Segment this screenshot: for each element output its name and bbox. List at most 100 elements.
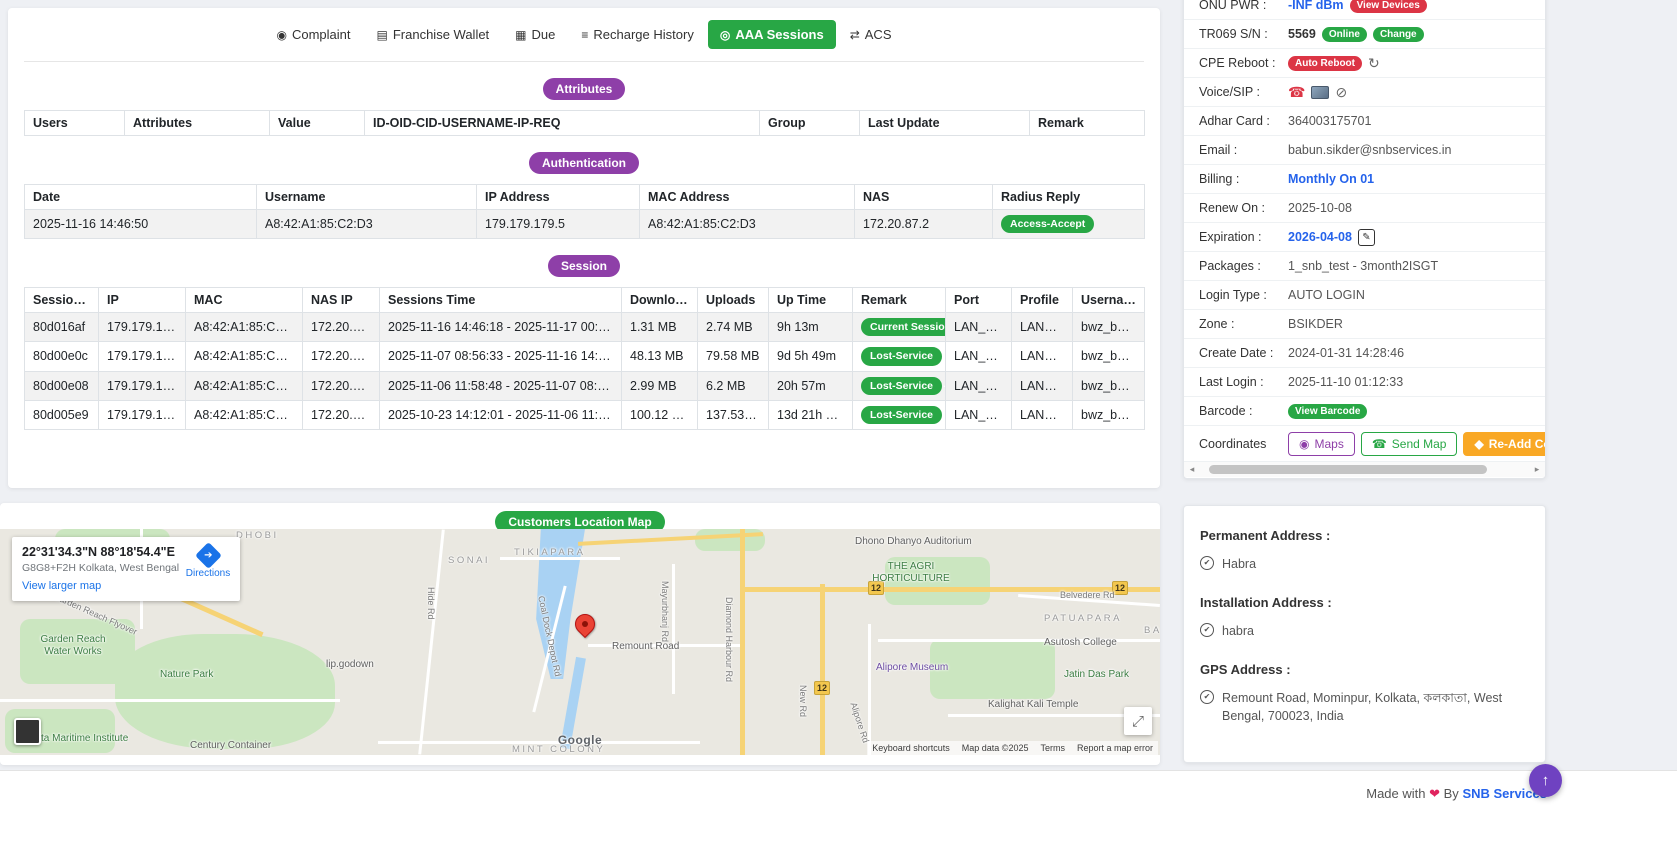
column-header: Profile [1012, 288, 1073, 313]
wallet-icon: ▤ [377, 29, 388, 41]
google-map-canvas[interactable]: 12 12 12 SONAI TIKIAPARA Dhono Dhanyo Au… [0, 529, 1160, 755]
renew-date-value: 2025-10-08 [1288, 201, 1352, 215]
map-info-card: 22°31'34.3"N 88°18'54.4"E G8G8+F2H Kolka… [12, 537, 240, 601]
horizontal-scrollbar[interactable]: ◂ ▸ [1184, 462, 1545, 477]
detail-label: Renew On : [1184, 201, 1280, 215]
re-add-coordinates-button[interactable]: ◆ Re-Add Coordi [1463, 432, 1545, 456]
column-header: Session-ID [25, 288, 99, 313]
footer-credit: Made with ❤ By SNB Services [1366, 786, 1547, 802]
map-park-area [930, 639, 1055, 699]
zone-value: BSIKDER [1288, 317, 1343, 331]
keyboard-shortcuts-link[interactable]: Keyboard shortcuts [872, 743, 950, 753]
map-label: PATUAPARA [1044, 613, 1122, 624]
map-label: Dhono Dhanyo Auditorium [855, 536, 972, 547]
report-error-link[interactable]: Report a map error [1077, 743, 1153, 753]
directions-label: Directions [182, 568, 234, 579]
session-id: 80d00e08 [25, 371, 99, 400]
map-highway [740, 529, 745, 755]
change-button[interactable]: Change [1373, 27, 1424, 42]
fullscreen-button[interactable]: ⤢ [1124, 707, 1152, 735]
session-nas-ip: 172.20.87.2 [303, 400, 380, 429]
session-downloads: 2.99 MB [622, 371, 698, 400]
auth-date: 2025-11-16 14:46:50 [25, 210, 257, 239]
map-label: Diamond Harbour Rd [724, 597, 734, 682]
column-header: Port [946, 288, 1012, 313]
view-devices-button[interactable]: View Devices [1350, 0, 1427, 13]
scroll-right-arrow[interactable]: ▸ [1532, 464, 1542, 475]
column-header: MAC Address [640, 185, 855, 210]
scroll-to-top-button[interactable]: ↑ [1529, 764, 1562, 797]
session-time: 2025-11-06 11:58:48 - 2025-11-07 08:56:1… [380, 371, 622, 400]
view-barcode-button[interactable]: View Barcode [1288, 404, 1367, 419]
view-larger-map-link[interactable]: View larger map [22, 580, 101, 592]
detail-label: Adhar Card : [1184, 114, 1280, 128]
tab-due[interactable]: ▦ Due [503, 20, 567, 49]
last-login-value: 2025-11-10 01:12:33 [1288, 375, 1403, 389]
map-label: Jatin Das Park [1064, 669, 1129, 680]
directions-button[interactable]: ➔ Directions [182, 544, 234, 579]
tab-complaint[interactable]: ◉ Complaint [264, 20, 362, 49]
tab-franchise-wallet[interactable]: ▤ Franchise Wallet [365, 20, 502, 49]
map-type-toggle[interactable] [14, 718, 41, 745]
table-header-row: Date Username IP Address MAC Address NAS… [25, 185, 1145, 210]
session-time: 2025-11-16 14:46:18 - 2025-11-17 00:20:0… [380, 313, 622, 342]
scroll-left-arrow[interactable]: ◂ [1187, 464, 1197, 475]
send-map-button[interactable]: ☎ Send Map [1361, 432, 1458, 456]
map-label: New Rd [798, 685, 808, 717]
map-label: Mayurbhanj Rd [660, 581, 670, 642]
phone-icon[interactable]: ☎ [1288, 85, 1305, 99]
session-time: 2025-10-23 14:12:01 - 2025-11-06 11:56:3… [380, 400, 622, 429]
tab-aaa-sessions[interactable]: ◎ AAA Sessions [708, 20, 836, 49]
table-row: 80d005e9 179.179.179.5 A8:42:A1:85:C2:D3… [25, 400, 1145, 429]
tab-acs[interactable]: ⇄ ACS [838, 20, 904, 49]
login-type-value: AUTO LOGIN [1288, 288, 1365, 302]
scrollbar-thumb[interactable] [1209, 465, 1487, 474]
create-date-value: 2024-01-31 14:28:46 [1288, 346, 1404, 360]
aaa-sessions-panel: ◉ Complaint ▤ Franchise Wallet ▦ Due ≡ R… [8, 8, 1160, 488]
map-data-text: Map data ©2025 [962, 743, 1029, 753]
terms-link[interactable]: Terms [1040, 743, 1065, 753]
column-header: Attributes [125, 111, 270, 136]
session-id: 80d005e9 [25, 400, 99, 429]
tab-label: Due [532, 27, 556, 42]
session-section-badge: Session [548, 255, 620, 277]
column-header: NAS IP [303, 288, 380, 313]
map-label: THE AGRI HORTICULTURE [868, 561, 954, 585]
acs-icon: ⇄ [850, 29, 860, 41]
detail-row-create-date: Create Date : 2024-01-31 14:28:46 [1184, 339, 1545, 368]
column-header: IP Address [477, 185, 640, 210]
session-username: bwz_babuns [1073, 371, 1145, 400]
session-uptime: 9d 5h 49m [769, 342, 853, 371]
session-uptime: 9h 13m [769, 313, 853, 342]
gps-address-value: ✔ Remount Road, Mominpur, Kolkata, কলকাত… [1200, 689, 1529, 725]
calendar-icon: ▦ [515, 29, 526, 41]
auth-ip: 179.179.179.5 [477, 210, 640, 239]
session-remark: Current Session [853, 313, 946, 342]
detail-label: Create Date : [1184, 346, 1280, 360]
session-username: bwz_babuns [1073, 313, 1145, 342]
divider [24, 61, 1144, 62]
tab-label: AAA Sessions [735, 27, 823, 42]
map-label: lip.godown [326, 659, 374, 670]
edit-expiration-button[interactable]: ✎ [1358, 229, 1375, 246]
permanent-address-value: ✔ Habra [1200, 555, 1529, 573]
maps-button[interactable]: ◉ Maps [1288, 432, 1355, 456]
location-marker[interactable] [571, 610, 599, 638]
scrollbar-track[interactable] [1197, 464, 1532, 475]
tab-recharge-history[interactable]: ≡ Recharge History [569, 20, 705, 49]
auth-nas: 172.20.87.2 [855, 210, 993, 239]
map-attribution: Keyboard shortcuts Map data ©2025 Terms … [867, 741, 1158, 755]
detail-label: Billing : [1184, 172, 1280, 186]
onu-power-value: -INF dBm [1288, 0, 1344, 12]
tab-label: Complaint [292, 27, 351, 42]
packages-value: 1_snb_test - 3month2ISGT [1288, 259, 1438, 273]
reboot-icon[interactable]: ↻ [1368, 56, 1380, 70]
attributes-section-badge: Attributes [543, 78, 626, 100]
auto-reboot-button[interactable]: Auto Reboot [1288, 56, 1362, 71]
session-remark: Lost-Service [853, 400, 946, 429]
google-logo[interactable]: Google [558, 733, 602, 747]
column-header: Last Update [860, 111, 1030, 136]
detail-row-login-type: Login Type : AUTO LOGIN [1184, 281, 1545, 310]
tab-label: ACS [865, 27, 892, 42]
detail-label: Zone : [1184, 317, 1280, 331]
